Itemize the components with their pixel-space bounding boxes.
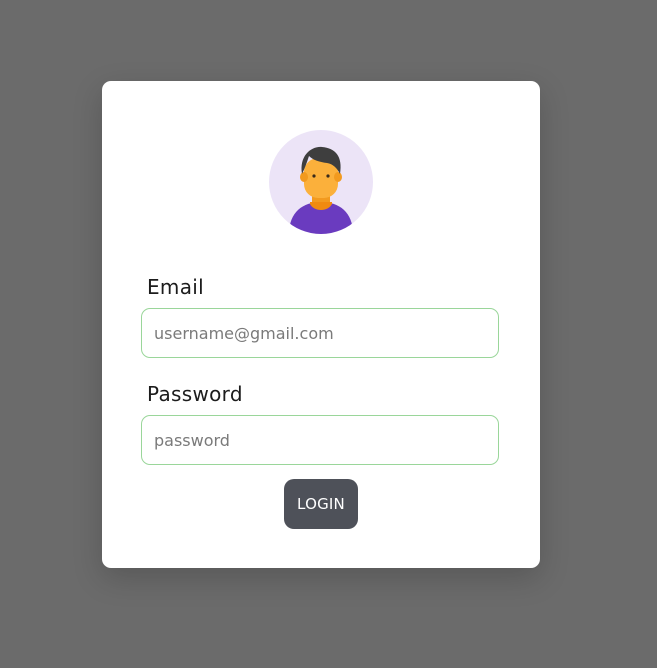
email-field[interactable]	[141, 308, 499, 358]
email-label: Email	[147, 275, 204, 299]
login-button[interactable]: LOGIN	[284, 479, 358, 529]
password-field[interactable]	[141, 415, 499, 465]
user-avatar-icon	[269, 130, 373, 234]
password-label: Password	[147, 382, 243, 406]
login-card: Email Password LOGIN	[102, 81, 540, 568]
